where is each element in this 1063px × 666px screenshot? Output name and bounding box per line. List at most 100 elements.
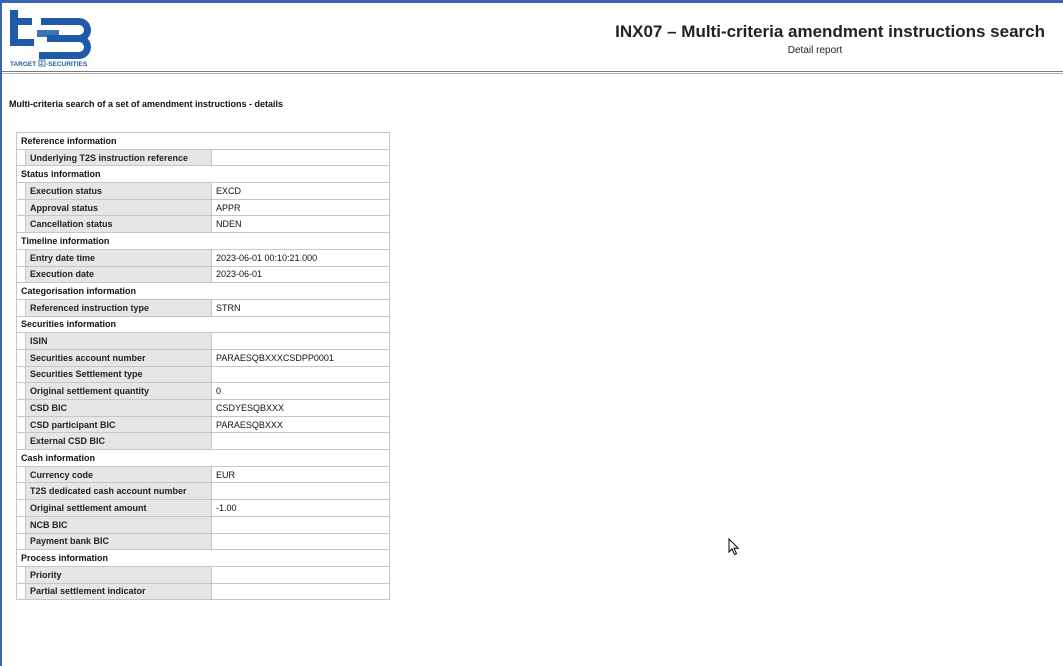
field-label: Securities account number (25, 348, 212, 367)
field-label: Execution status (25, 182, 212, 200)
field-value: APPR (210, 198, 391, 217)
field-label: Execution date (25, 265, 212, 284)
field-label: Partial settlement indicator (25, 582, 212, 601)
row-indent (16, 148, 26, 167)
row-indent (16, 532, 26, 551)
group-header-row: Process information (15, 549, 391, 567)
row-indent (16, 565, 26, 584)
table-row: Referenced instruction type STRN (16, 298, 391, 317)
group-header-row: Timeline information (15, 232, 391, 250)
row-indent (16, 365, 26, 384)
header-divider-secondary (2, 73, 1063, 74)
t2s-logo: TARGET 2 -SECURITIES (10, 10, 91, 68)
row-indent (16, 382, 26, 400)
row-indent (16, 499, 26, 517)
field-value: CSDYESQBXXX (210, 399, 391, 417)
field-value (210, 365, 391, 384)
row-indent (16, 515, 26, 534)
field-value (210, 532, 391, 551)
page-subtitle: Detail report (787, 45, 843, 56)
logo-tagline-right: -SECURITIES (46, 61, 88, 68)
table-row: Priority (16, 565, 391, 584)
field-label: Cancellation status (25, 215, 212, 234)
field-label: Referenced instruction type (25, 298, 212, 317)
field-label: CSD BIC (25, 399, 212, 417)
table-row: ISIN (16, 332, 391, 350)
table-row: Payment bank BIC (16, 532, 391, 551)
group-header-row: Categorisation information (15, 282, 391, 300)
table-row: Execution date 2023-06-01 (16, 265, 391, 284)
table-row: Approval status APPR (16, 198, 391, 217)
row-indent (16, 348, 26, 367)
field-label: Original settlement amount (25, 499, 212, 517)
field-label: Original settlement quantity (25, 382, 212, 400)
row-indent (16, 399, 26, 417)
field-label: Approval status (25, 198, 212, 217)
row-indent (16, 582, 26, 601)
group-title: Timeline information (15, 232, 391, 250)
group-header-row: Cash information (15, 449, 391, 467)
field-label: Payment bank BIC (25, 532, 212, 551)
field-label: Entry date time (25, 248, 212, 267)
details-table: Reference information Underlying T2S inst… (15, 132, 391, 601)
table-row: Entry date time 2023-06-01 00:10:21.000 (16, 248, 391, 267)
group-header-row: Securities information (15, 315, 391, 334)
table-row: Original settlement amount -1.00 (16, 499, 391, 517)
section-title: Multi-criteria search of a set of amendm… (9, 99, 284, 109)
table-row: Execution status EXCD (16, 182, 391, 200)
field-label: T2S dedicated cash account number (25, 482, 212, 501)
table-row: T2S dedicated cash account number (16, 482, 391, 501)
mouse-pointer-icon (728, 538, 740, 556)
field-value (210, 432, 391, 451)
table-row: External CSD BIC (16, 432, 391, 451)
row-indent (16, 182, 26, 200)
group-title: Cash information (15, 449, 391, 467)
row-indent (16, 482, 26, 501)
field-value (210, 582, 391, 601)
row-indent (16, 332, 26, 350)
group-title: Categorisation information (15, 282, 391, 300)
row-indent (16, 465, 26, 484)
field-value: STRN (210, 298, 391, 317)
window-left-border (0, 0, 2, 666)
field-value (210, 148, 391, 167)
field-value: PARAESQBXXX (210, 415, 391, 434)
group-title: Process information (15, 549, 391, 567)
table-row: Partial settlement indicator (16, 582, 391, 601)
field-value: 2023-06-01 (210, 265, 391, 284)
field-label: Priority (25, 565, 212, 584)
svg-text:2: 2 (40, 61, 43, 67)
table-row: Cancellation status NDEN (16, 215, 391, 234)
field-value: 0 (210, 382, 391, 400)
table-row: Securities account number PARAESQBXXXCSDP… (16, 348, 391, 367)
logo-tagline-left: TARGET (10, 61, 36, 68)
field-label: Underlying T2S instruction reference (25, 148, 212, 167)
field-value: -1.00 (210, 499, 391, 517)
field-value: PARAESQBXXXCSDPP0001 (210, 348, 391, 367)
row-indent (16, 215, 26, 234)
header-divider (2, 71, 1063, 72)
table-row: Currency code EUR (16, 465, 391, 484)
field-value (210, 332, 391, 350)
field-value: EXCD (210, 182, 391, 200)
group-header-row: Reference information (15, 132, 391, 150)
field-label: Securities Settlement type (25, 365, 212, 384)
field-value (210, 515, 391, 534)
table-row: NCB BIC (16, 515, 391, 534)
table-row: CSD BIC CSDYESQBXXX (16, 399, 391, 417)
row-indent (16, 415, 26, 434)
group-title: Reference information (15, 132, 391, 150)
row-indent (16, 248, 26, 267)
page-title: INX07 – Multi-criteria amendment instruc… (615, 22, 1045, 41)
group-title: Securities information (15, 315, 391, 334)
field-value: EUR (210, 465, 391, 484)
table-row: Original settlement quantity 0 (16, 382, 391, 400)
group-header-row: Status information (15, 165, 391, 184)
row-indent (16, 298, 26, 317)
field-label: CSD participant BIC (25, 415, 212, 434)
table-row: Underlying T2S instruction reference (16, 148, 391, 167)
table-row: Securities Settlement type (16, 365, 391, 384)
field-value (210, 565, 391, 584)
field-label: NCB BIC (25, 515, 212, 534)
field-value (210, 482, 391, 501)
